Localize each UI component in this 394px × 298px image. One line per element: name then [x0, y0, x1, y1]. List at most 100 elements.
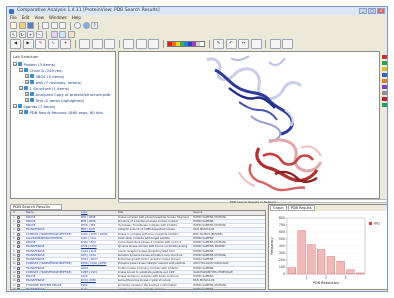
- table-row[interactable]: 18 TRANSFERASE 3LCK Lymphocyte kinase catal…: [11, 287, 265, 289]
- close-icon[interactable]: ×: [377, 8, 385, 14]
- collapse-icon[interactable]: −: [13, 62, 17, 66]
- row-checkbox[interactable]: [16, 224, 26, 227]
- checkbox-icon[interactable]: [16, 270, 20, 274]
- checkbox-icon[interactable]: [16, 232, 20, 236]
- checkbox-icon[interactable]: [16, 262, 20, 266]
- histogram-bar[interactable]: [307, 244, 316, 275]
- checkbox-icon[interactable]: [16, 219, 20, 223]
- row-pdb-link[interactable]: 1RDQ: [81, 267, 118, 270]
- row-checkbox[interactable]: [16, 219, 26, 223]
- col-select-header[interactable]: [17, 211, 26, 215]
- structure-icon[interactable]: [50, 31, 58, 38]
- checkbox-icon[interactable]: [16, 275, 20, 278]
- checkbox-icon[interactable]: [16, 224, 20, 227]
- undo-icon[interactable]: ↶: [225, 38, 237, 49]
- checkbox-icon[interactable]: [16, 245, 20, 249]
- row-checkbox[interactable]: [16, 266, 26, 270]
- paste-icon[interactable]: [59, 22, 66, 29]
- col-name-header[interactable]: Name: [26, 211, 81, 215]
- zoom-out-icon[interactable]: −: [35, 31, 43, 38]
- row-checkbox[interactable]: [16, 262, 26, 266]
- checkbox-icon[interactable]: [16, 253, 20, 257]
- green-marker-icon[interactable]: [382, 103, 387, 107]
- row-pdb-link[interactable]: PDB | 1ATP: [81, 228, 118, 231]
- row-pdb-link[interactable]: 1CDL | 1CLL: [81, 237, 118, 240]
- histogram-bar[interactable]: [356, 272, 365, 275]
- row-pdb-link[interactable]: 1IR3 | 1K3A: [81, 254, 118, 257]
- row-pdb-link[interactable]: 1CDK | 1STC | 1Q8W: [81, 233, 118, 236]
- collapse-icon[interactable]: −: [19, 68, 23, 72]
- histogram-bar[interactable]: [297, 230, 306, 275]
- checkbox-icon[interactable]: [16, 249, 20, 253]
- forward-icon[interactable]: ▶: [22, 38, 34, 49]
- expand-icon[interactable]: +: [25, 92, 29, 96]
- row-checkbox[interactable]: [16, 236, 26, 240]
- ligand-icon[interactable]: ✎: [35, 38, 46, 49]
- checkbox-icon[interactable]: [16, 228, 20, 232]
- histogram-bar[interactable]: [317, 249, 326, 275]
- expand-icon[interactable]: +: [25, 74, 29, 78]
- select-arrow-icon[interactable]: ↖: [10, 31, 17, 38]
- row-pdb-link[interactable]: 1SMH | 1SYK: [81, 271, 118, 274]
- checkbox-icon[interactable]: [16, 266, 20, 270]
- collapse-icon[interactable]: −: [19, 86, 23, 90]
- copy-icon[interactable]: [50, 22, 58, 29]
- fit-view-icon[interactable]: [104, 38, 115, 49]
- row-checkbox[interactable]: [16, 287, 26, 289]
- row-checkbox[interactable]: [16, 258, 26, 261]
- molecule-viewer[interactable]: [118, 51, 380, 199]
- measure-icon[interactable]: ↔: [238, 38, 249, 49]
- col-source-header[interactable]: Source: [193, 211, 265, 215]
- new-icon[interactable]: [10, 22, 17, 29]
- row-pdb-link[interactable]: PDB | 1B7B: [81, 220, 118, 223]
- split-view-icon[interactable]: [148, 38, 159, 49]
- minimize-icon[interactable]: _: [359, 8, 367, 14]
- row-checkbox[interactable]: [16, 245, 26, 249]
- checkbox-icon[interactable]: [16, 236, 20, 240]
- row-checkbox[interactable]: [16, 249, 26, 253]
- eraser-icon[interactable]: [250, 38, 262, 49]
- row-pdb-link[interactable]: 2HCK | 2E3: [81, 224, 118, 227]
- tab-pdb-results[interactable]: PDB Results: [287, 205, 315, 211]
- box-icon[interactable]: [79, 38, 90, 49]
- col-title-header[interactable]: Title: [118, 211, 194, 215]
- yellow-marker-icon[interactable]: [382, 67, 387, 71]
- row-pdb-link[interactable]: 2SRC: [81, 284, 118, 287]
- row-checkbox[interactable]: [16, 215, 26, 219]
- open-folder-icon[interactable]: [18, 22, 26, 29]
- row-pdb-link[interactable]: 2C3I | 2CPK: [81, 279, 118, 282]
- orange-marker-icon[interactable]: [382, 79, 387, 83]
- collapse-icon[interactable]: −: [13, 104, 17, 108]
- red-marker-icon[interactable]: [382, 97, 387, 101]
- checkbox-icon[interactable]: [16, 258, 20, 261]
- checkbox-icon[interactable]: [16, 279, 20, 283]
- color-swatch[interactable]: [200, 41, 204, 46]
- row-checkbox[interactable]: [16, 275, 26, 278]
- row-checkbox[interactable]: [16, 228, 26, 232]
- row-pdb-link[interactable]: 1PHK | 1QL6 | 2PHK: [81, 262, 118, 265]
- row-checkbox[interactable]: [16, 279, 26, 283]
- expand-icon[interactable]: +: [25, 80, 29, 84]
- row-checkbox[interactable]: [16, 241, 26, 244]
- film-icon[interactable]: [282, 38, 293, 49]
- row-pdb-link[interactable]: 1XKK: [81, 275, 118, 278]
- protein-structure-render[interactable]: [119, 52, 379, 198]
- camera-icon[interactable]: [269, 38, 281, 49]
- row-pdb-link[interactable]: 3LCK: [81, 288, 118, 289]
- row-pdb-link[interactable]: 1FVR | 1FVV: [81, 245, 118, 248]
- row-checkbox[interactable]: [16, 253, 26, 257]
- row-pdb-link[interactable]: 1M14 | 1M17: [81, 258, 118, 261]
- reset-view-icon[interactable]: [91, 38, 103, 49]
- histogram-bar[interactable]: [336, 261, 345, 275]
- blue-marker-icon[interactable]: [382, 73, 387, 77]
- gray-marker-icon[interactable]: [382, 91, 387, 95]
- pencil-icon[interactable]: ✎: [213, 38, 224, 49]
- cut-icon[interactable]: [42, 22, 49, 29]
- checkbox-icon[interactable]: [16, 215, 20, 219]
- histogram-bar[interactable]: [346, 269, 355, 275]
- row-pdb-link[interactable]: 1GAG | 1I44: [81, 250, 118, 253]
- globe-icon[interactable]: [82, 22, 90, 29]
- col-links-header[interactable]: Links: [81, 211, 118, 215]
- green-marker-icon[interactable]: [382, 61, 387, 65]
- purple-marker-icon[interactable]: [382, 85, 387, 89]
